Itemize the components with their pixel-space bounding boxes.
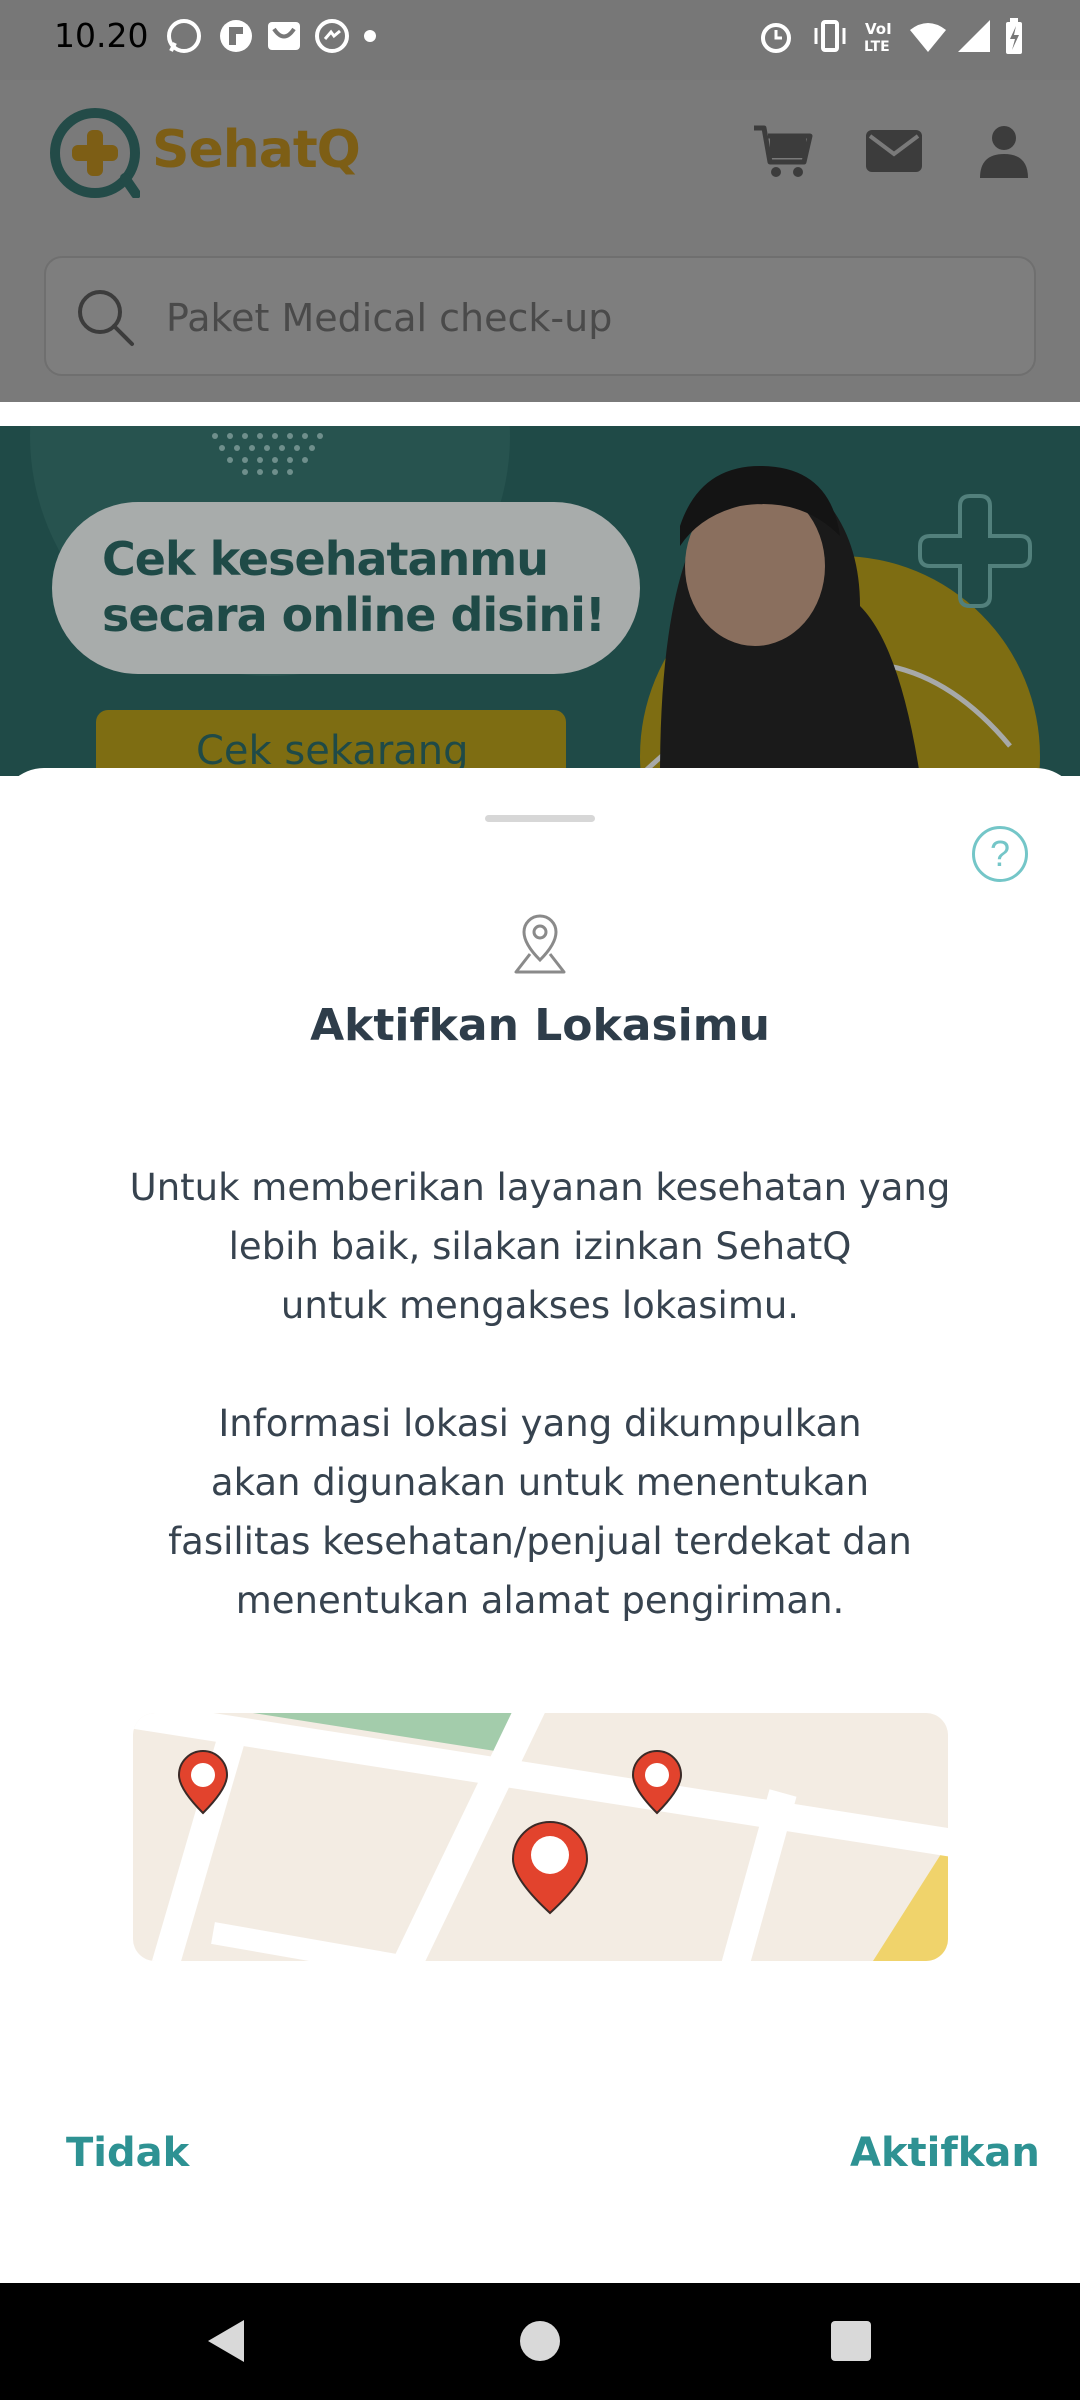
search-icon xyxy=(78,290,134,346)
question-circle-icon[interactable]: ? xyxy=(972,826,1028,882)
profile-icon[interactable] xyxy=(972,118,1036,182)
map-illustration xyxy=(133,1713,948,1961)
flipboard-icon xyxy=(220,20,252,52)
brand-name: SehatQ xyxy=(152,120,361,180)
vibrate-icon xyxy=(814,20,846,52)
mail-icon[interactable] xyxy=(862,118,926,182)
dot-icon xyxy=(364,30,376,42)
banner-headline-line2: secara online disini! xyxy=(102,588,606,642)
cart-icon[interactable] xyxy=(752,118,816,182)
svg-text:VoI: VoI xyxy=(865,20,892,38)
sheet-description-2: Informasi lokasi yang dikumpulkan akan d… xyxy=(168,1402,912,1622)
recents-icon[interactable] xyxy=(826,2316,876,2366)
enable-location-button[interactable]: Aktifkan xyxy=(850,2130,1040,2176)
home-icon[interactable] xyxy=(515,2316,565,2366)
whatsapp-icon xyxy=(167,19,201,53)
status-time: 10.20 xyxy=(54,16,149,55)
location-pin-icon xyxy=(514,914,566,974)
gmail-icon xyxy=(268,22,300,50)
banner-headline-line1: Cek kesehatanmu xyxy=(102,532,549,586)
sheet-description-1: Untuk memberikan layanan kesehatan yang … xyxy=(129,1166,951,1327)
sheet-title: Aktifkan Lokasimu xyxy=(310,1000,770,1051)
battery-charging-icon xyxy=(1006,18,1022,54)
alarm-icon xyxy=(761,23,791,53)
sehatq-logo-icon xyxy=(50,108,140,198)
sheet-drag-handle[interactable] xyxy=(485,815,595,822)
decline-button[interactable]: Tidak xyxy=(66,2130,189,2176)
back-icon[interactable] xyxy=(202,2316,252,2366)
search-placeholder: Paket Medical check-up xyxy=(166,296,613,340)
messenger-icon xyxy=(315,19,349,53)
wifi-icon xyxy=(910,23,946,52)
signal-icon xyxy=(958,20,990,52)
volte-icon: VoI LTE xyxy=(864,20,892,55)
svg-text:LTE: LTE xyxy=(864,39,890,55)
